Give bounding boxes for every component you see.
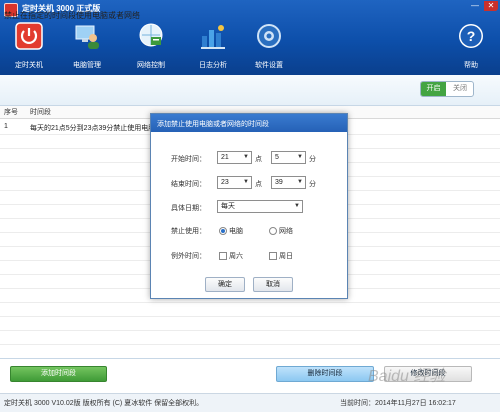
computer-management-icon (73, 22, 101, 50)
toggle-on-option[interactable]: 开启 (421, 82, 446, 96)
table-bottom-border (0, 358, 500, 359)
power-icon (15, 22, 43, 50)
toggle-off-option[interactable]: 关闭 (447, 82, 473, 96)
dialog-title-bar[interactable]: 添加禁止使用电脑或者网络的时间段 (151, 114, 347, 132)
network-control-icon (137, 22, 165, 50)
toolbar-button-network-control[interactable]: 网络控制 (126, 20, 176, 72)
exclude-saturday-checkbox[interactable] (219, 252, 227, 260)
current-time-text: 当前时间：2014年11月27日 16:02:17 (340, 400, 456, 407)
toolbar-button-computer-management[interactable]: 电脑管理 (62, 20, 112, 72)
exclude-label: 例外时间： (171, 253, 206, 260)
delete-period-button[interactable]: 删除时间段 (276, 366, 374, 382)
toolbar-label: 软件设置 (255, 62, 283, 69)
copyright-text: 定时关机 3000 V10.02版 版权所有 (C) 夏冰软件 保留全部权利。 (4, 400, 204, 407)
toolbar-label: 电脑管理 (73, 62, 101, 69)
forbid-label: 禁止使用： (171, 228, 206, 235)
end-minute-select[interactable]: 39 ▼ (271, 176, 306, 189)
cancel-button[interactable]: 取消 (253, 277, 293, 292)
start-minute-value: 5 (275, 154, 279, 161)
start-time-label: 开始时间： (171, 156, 206, 163)
help-icon: ? (457, 22, 485, 50)
row-divider (0, 302, 500, 303)
toolbar-label: 帮助 (464, 62, 478, 69)
chevron-down-icon: ▼ (294, 203, 300, 209)
toolbar-label: 网络控制 (137, 62, 165, 69)
log-analysis-icon (199, 22, 227, 50)
ok-button[interactable]: 确定 (205, 277, 245, 292)
forbid-computer-label: 电脑 (229, 228, 243, 235)
dialog-title: 添加禁止使用电脑或者网络的时间段 (157, 121, 269, 128)
hour-unit: 点 (255, 156, 262, 163)
add-period-button[interactable]: 添加时间段 (10, 366, 107, 382)
start-minute-select[interactable]: 5 ▼ (271, 151, 306, 164)
row-divider (0, 344, 500, 345)
toolbar-button-shutdown[interactable]: 定时关机 (4, 20, 54, 72)
toolbar-label: 定时关机 (15, 62, 43, 69)
column-header-index[interactable]: 序号 (4, 107, 18, 117)
section-title: 禁止在指定的时间段使用电脑或者网络 (4, 11, 140, 20)
row-divider (0, 330, 500, 331)
chevron-down-icon: ▼ (243, 154, 249, 160)
minimize-button[interactable]: — (468, 1, 482, 11)
forbid-computer-radio[interactable] (219, 227, 227, 235)
end-hour-select[interactable]: 23 ▼ (217, 176, 252, 189)
start-hour-select[interactable]: 21 ▼ (217, 151, 252, 164)
chevron-down-icon: ▼ (243, 179, 249, 185)
close-button[interactable]: ✕ (484, 1, 498, 11)
column-header-period[interactable]: 时间段 (30, 107, 51, 117)
date-select[interactable]: 每天 ▼ (217, 200, 303, 213)
date-value: 每天 (221, 203, 235, 210)
row-divider (0, 316, 500, 317)
settings-icon (255, 22, 283, 50)
chevron-down-icon: ▼ (297, 179, 303, 185)
watermark: Baidu 经验 (368, 368, 446, 385)
exclude-saturday-label: 周六 (229, 253, 243, 260)
end-hour-value: 23 (221, 179, 229, 186)
enable-toggle[interactable]: 开启 关闭 (420, 81, 474, 97)
add-period-dialog: 添加禁止使用电脑或者网络的时间段 开始时间： 21 ▼ 点 5 ▼ 分 结束时间… (150, 113, 348, 299)
exclude-sunday-label: 周日 (279, 253, 293, 260)
toolbar-button-settings[interactable]: 软件设置 (244, 20, 294, 72)
chevron-down-icon: ▼ (297, 154, 303, 160)
forbid-network-radio[interactable] (269, 227, 277, 235)
end-time-label: 结束时间： (171, 181, 206, 188)
toolbar-button-log-analysis[interactable]: 日志分析 (188, 20, 238, 72)
start-hour-value: 21 (221, 154, 229, 161)
toolbar-label: 日志分析 (199, 62, 227, 69)
hour-unit: 点 (255, 181, 262, 188)
date-label: 具体日期： (171, 205, 206, 212)
minute-unit: 分 (309, 181, 316, 188)
toolbar-button-help[interactable]: ? 帮助 (446, 20, 496, 72)
end-minute-value: 39 (275, 179, 283, 186)
forbid-network-label: 网络 (279, 228, 293, 235)
minute-unit: 分 (309, 156, 316, 163)
svg-text:?: ? (467, 28, 476, 44)
status-bar: 定时关机 3000 V10.02版 版权所有 (C) 夏冰软件 保留全部权利。 … (0, 393, 500, 412)
row-period: 每天的21点5分到23点39分禁止使用电脑 (30, 125, 156, 132)
exclude-sunday-checkbox[interactable] (269, 252, 277, 260)
row-index: 1 (4, 123, 8, 130)
